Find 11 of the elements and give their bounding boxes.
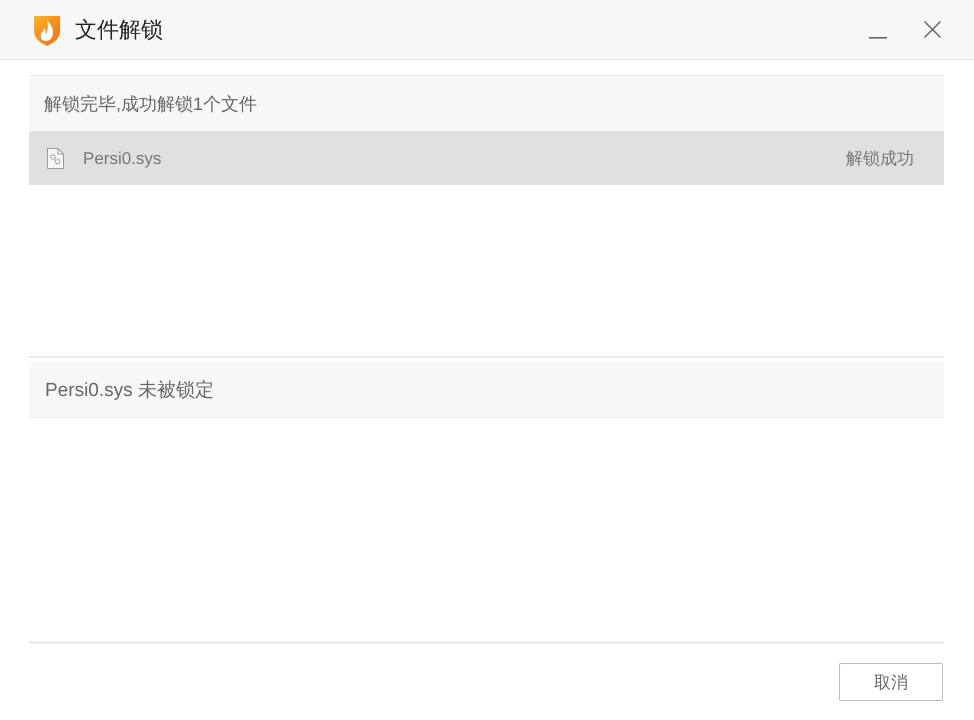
- file-status: 解锁成功: [846, 148, 914, 170]
- file-row[interactable]: Persi0.sys 解锁成功: [29, 131, 944, 185]
- window-title: 文件解锁: [75, 16, 163, 44]
- close-icon[interactable]: [924, 21, 941, 38]
- cancel-button[interactable]: 取消: [839, 663, 943, 701]
- file-gear-icon: [47, 148, 64, 169]
- file-name: Persi0.sys: [83, 148, 162, 168]
- shield-flame-logo-icon: [33, 14, 61, 46]
- minimize-icon[interactable]: [869, 37, 887, 39]
- detail-message: Persi0.sys 未被锁定: [29, 362, 944, 418]
- summary-header: 解锁完毕,成功解锁1个文件: [29, 76, 944, 131]
